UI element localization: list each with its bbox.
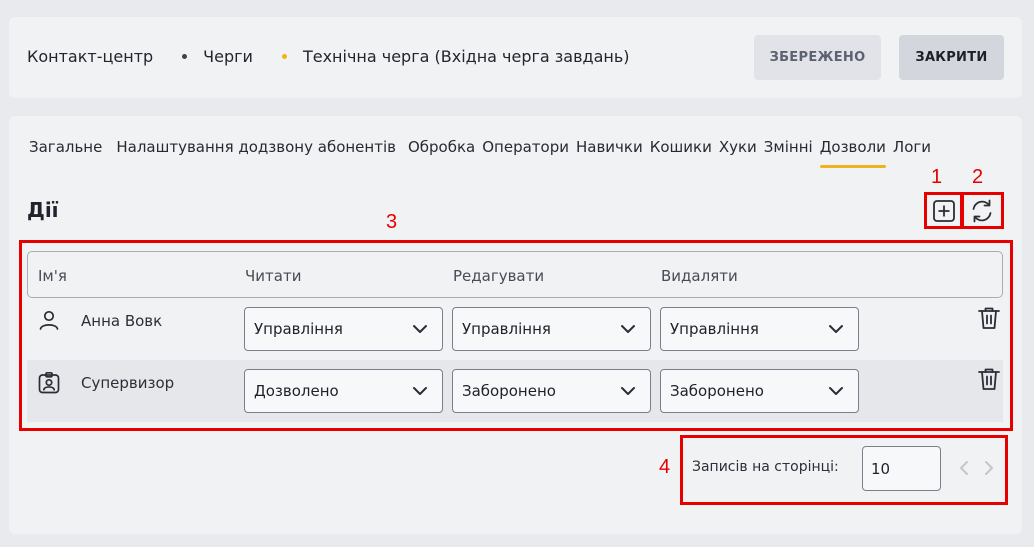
- permissions-panel: Загальне Налаштування додзвону абонентів…: [9, 116, 1022, 534]
- annotation-box-1: [924, 192, 963, 229]
- close-button[interactable]: ЗАКРИТИ: [899, 35, 1004, 80]
- breadcrumb-separator: [182, 54, 188, 59]
- annotation-label-4: 4: [659, 456, 671, 478]
- tab-baskets[interactable]: Кошики: [650, 138, 712, 168]
- breadcrumb-queues[interactable]: Черги: [203, 47, 253, 66]
- tab-bar: Загальне Налаштування додзвону абонентів…: [29, 138, 931, 168]
- breadcrumb: Контакт-центр Черги Технічна черга (Вхід…: [27, 47, 630, 66]
- annotation-label-3: 3: [386, 211, 398, 233]
- annotation-box-4: [680, 435, 1008, 505]
- tab-logs[interactable]: Логи: [893, 138, 931, 168]
- tab-processing[interactable]: Обробка: [408, 138, 475, 168]
- breadcrumb-contact-center[interactable]: Контакт-центр: [27, 47, 153, 66]
- annotation-box-2: [961, 192, 1004, 229]
- breadcrumb-separator-active: [281, 54, 287, 59]
- annotation-label-1: 1: [931, 166, 943, 188]
- annotation-label-2: 2: [972, 166, 984, 188]
- annotation-box-3: [19, 240, 1013, 431]
- tab-operators[interactable]: Оператори: [482, 138, 569, 168]
- saved-button[interactable]: ЗБЕРЕЖЕНО: [754, 35, 881, 80]
- tab-variables[interactable]: Змінні: [764, 138, 813, 168]
- header-bar: Контакт-центр Черги Технічна черга (Вхід…: [9, 17, 1022, 98]
- section-title: Дії: [27, 198, 59, 222]
- breadcrumb-current: Технічна черга (Вхідна черга завдань): [302, 47, 630, 66]
- tab-dialing-settings[interactable]: Налаштування додзвону абонентів: [116, 138, 396, 168]
- tab-skills[interactable]: Навички: [576, 138, 643, 168]
- tab-hooks[interactable]: Хуки: [719, 138, 757, 168]
- tab-general[interactable]: Загальне: [29, 138, 102, 168]
- tab-permissions[interactable]: Дозволи: [819, 138, 887, 168]
